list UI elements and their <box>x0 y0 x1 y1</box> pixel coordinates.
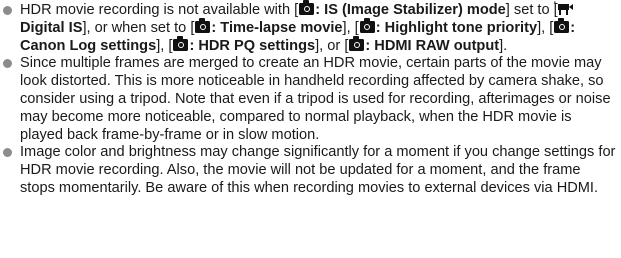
camera-icon <box>349 35 365 51</box>
note-text: ], [ <box>537 19 554 36</box>
note-color-brightness: Image color and brightness may change si… <box>0 144 621 197</box>
note-text: Image color and brightness may change si… <box>20 144 616 196</box>
bullet-icon <box>3 6 12 15</box>
note-text: ] set to [ <box>505 2 558 18</box>
bullet-icon <box>3 59 12 69</box>
camera-icon <box>359 17 375 33</box>
note-text: ]. <box>499 37 508 54</box>
bullet-icon <box>3 148 12 158</box>
setting-time-lapse: : Time-lapse movie <box>211 19 343 36</box>
note-text: ], [ <box>156 37 173 54</box>
camera-icon <box>195 17 211 33</box>
setting-hdmi-raw: : HDMI RAW output <box>365 37 500 54</box>
setting-hdr-pq: : HDR PQ settings <box>189 37 316 54</box>
setting-digital-is: Digital IS <box>20 19 83 36</box>
note-frames-merged: Since multiple frames are merged to crea… <box>0 55 621 144</box>
setting-is-mode: : IS (Image Stabilizer) mode <box>315 2 506 18</box>
note-hdr-unavailable: HDR movie recording is not available wit… <box>0 0 621 55</box>
setting-highlight-tone: : Highlight tone priority <box>375 19 538 36</box>
note-text: ], or when set to [ <box>82 19 195 36</box>
camera-icon <box>173 35 189 51</box>
note-text: HDR movie recording is not available wit… <box>20 2 299 18</box>
notes-list: HDR movie recording is not available wit… <box>0 0 621 198</box>
camera-icon <box>299 0 315 15</box>
note-text: Since multiple frames are merged to crea… <box>20 55 611 143</box>
movie-camera-icon: ' <box>554 1 573 15</box>
note-text: ], [ <box>342 19 359 36</box>
note-text: ], or [ <box>315 37 349 54</box>
camera-icon <box>554 17 570 33</box>
